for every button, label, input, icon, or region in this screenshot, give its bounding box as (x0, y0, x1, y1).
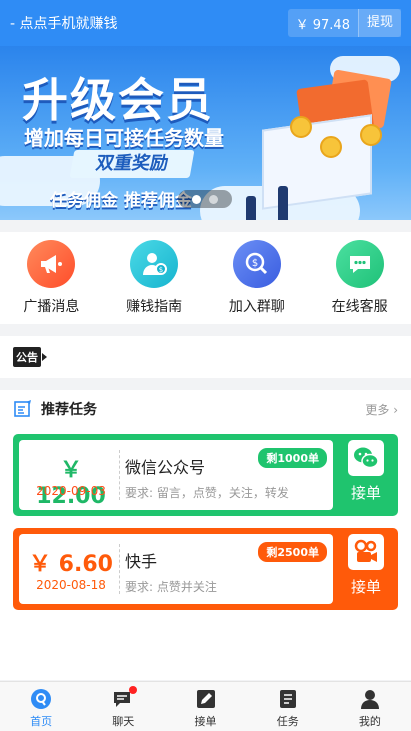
task-list-icon (276, 687, 300, 711)
tab-label: 我的 (358, 715, 381, 728)
banner-subtitle: 增加每日可接任务数量 (24, 126, 224, 150)
tab-label: 聊天 (112, 715, 135, 728)
quick-item-label: 在线客服 (331, 299, 388, 315)
tasks-header: 推荐任务 更多 › (0, 390, 411, 428)
pen-icon (194, 687, 218, 711)
chat-icon (111, 686, 138, 711)
task-name: 快手 (125, 552, 158, 571)
withdraw-button[interactable]: 提现 (357, 9, 401, 37)
tasks-title: 推荐任务 (41, 402, 97, 418)
quick-item-label: 广播消息 (23, 299, 80, 315)
more-link[interactable]: 更多 › (365, 401, 398, 418)
quick-item-service[interactable]: 在线客服 (308, 232, 411, 324)
person-graphic (278, 186, 288, 220)
tab-accept[interactable]: 接单 (164, 682, 246, 731)
join-group-icon: $ (232, 240, 281, 288)
coin-graphic (320, 136, 342, 158)
quick-item-label: 赚钱指南 (126, 299, 183, 315)
recommended-tasks: 推荐任务 更多 › ￥ 12.00 2020-09-03 微信公众号 要求: 留… (0, 390, 411, 680)
edit-list-icon (14, 400, 31, 417)
task-requirement: 要求: 点赞并关注 (125, 580, 217, 594)
task-name: 微信公众号 (125, 458, 206, 477)
wechat-icon (348, 440, 384, 476)
balance-amount: ￥ 97.48 (295, 17, 350, 33)
carousel-dot[interactable] (209, 194, 218, 204)
accept-label: 接单 (350, 484, 381, 502)
accept-label: 接单 (350, 578, 381, 596)
task-price: ￥ 6.60 (29, 552, 113, 577)
divider (119, 544, 120, 594)
kuaishou-icon (348, 534, 384, 570)
quick-item-broadcast[interactable]: 广播消息 (0, 232, 103, 324)
tab-home[interactable]: 首页 (0, 682, 82, 731)
notice-bar[interactable]: 公告 (0, 336, 411, 378)
money-guide-icon: $ (130, 240, 179, 288)
carousel-dot[interactable] (192, 194, 201, 204)
app-title: - 点点手机就赚钱 (10, 16, 118, 32)
divider (119, 450, 120, 500)
accept-task-button[interactable]: 接单 (334, 434, 398, 516)
remaining-badge: 剩2500单 (258, 542, 327, 562)
task-info: ￥ 12.00 2020-09-03 微信公众号 要求: 留言，点赞，关注，转发… (19, 440, 333, 510)
accept-task-button[interactable]: 接单 (334, 528, 398, 610)
top-header: - 点点手机就赚钱 ￥ 97.48 提现 (0, 0, 411, 46)
coin-graphic (290, 116, 312, 138)
svg-text:$: $ (252, 258, 258, 269)
banner-pill: 双重奖励 (69, 150, 195, 178)
user-icon (358, 687, 382, 711)
task-date: 2020-09-03 (36, 484, 106, 498)
quick-item-group[interactable]: $ 加入群聊 (206, 232, 309, 324)
task-card[interactable]: ￥ 12.00 2020-09-03 微信公众号 要求: 留言，点赞，关注，转发… (13, 434, 398, 516)
coin-graphic (360, 124, 382, 146)
task-info: ￥ 6.60 2020-08-18 快手 要求: 点赞并关注 剩2500单 (19, 534, 333, 604)
promo-banner[interactable]: 升级会员 增加每日可接任务数量 双重奖励 任务佣金 推荐佣金 (0, 46, 411, 220)
home-icon (29, 687, 53, 711)
banner-footer: 任务佣金 推荐佣金 (50, 191, 192, 211)
tab-label: 首页 (30, 715, 53, 728)
quick-item-label: 加入群聊 (228, 299, 285, 315)
tab-tasks[interactable]: 任务 (247, 682, 329, 731)
svg-text:$: $ (159, 266, 163, 274)
task-date: 2020-08-18 (36, 578, 106, 592)
person-graphic (246, 196, 256, 220)
tab-profile[interactable]: 我的 (329, 682, 411, 731)
tab-label: 任务 (276, 715, 299, 728)
task-card[interactable]: ￥ 6.60 2020-08-18 快手 要求: 点赞并关注 剩2500单 接单 (13, 528, 398, 610)
chat-service-icon (335, 240, 384, 288)
notification-dot (129, 686, 138, 694)
balance-box: ￥ 97.48 提现 (287, 9, 401, 37)
banner-title: 升级会员 (22, 73, 214, 127)
tab-label: 接单 (194, 715, 217, 728)
quick-menu: 广播消息 $ 赚钱指南 $ 加入群聊 在线客服 (0, 232, 411, 324)
megaphone-icon (27, 240, 76, 288)
remaining-badge: 剩1000单 (258, 448, 327, 468)
notice-tag: 公告 (13, 347, 47, 367)
tab-chat[interactable]: 聊天 (82, 682, 164, 731)
task-price: ￥ 12.00 (36, 458, 106, 509)
task-requirement: 要求: 留言，点赞，关注，转发 (125, 486, 289, 500)
bottom-tab-bar: 首页 聊天 接单 任务 我的 (0, 681, 411, 731)
carousel-indicator (178, 190, 232, 208)
quick-item-guide[interactable]: $ 赚钱指南 (103, 232, 206, 324)
